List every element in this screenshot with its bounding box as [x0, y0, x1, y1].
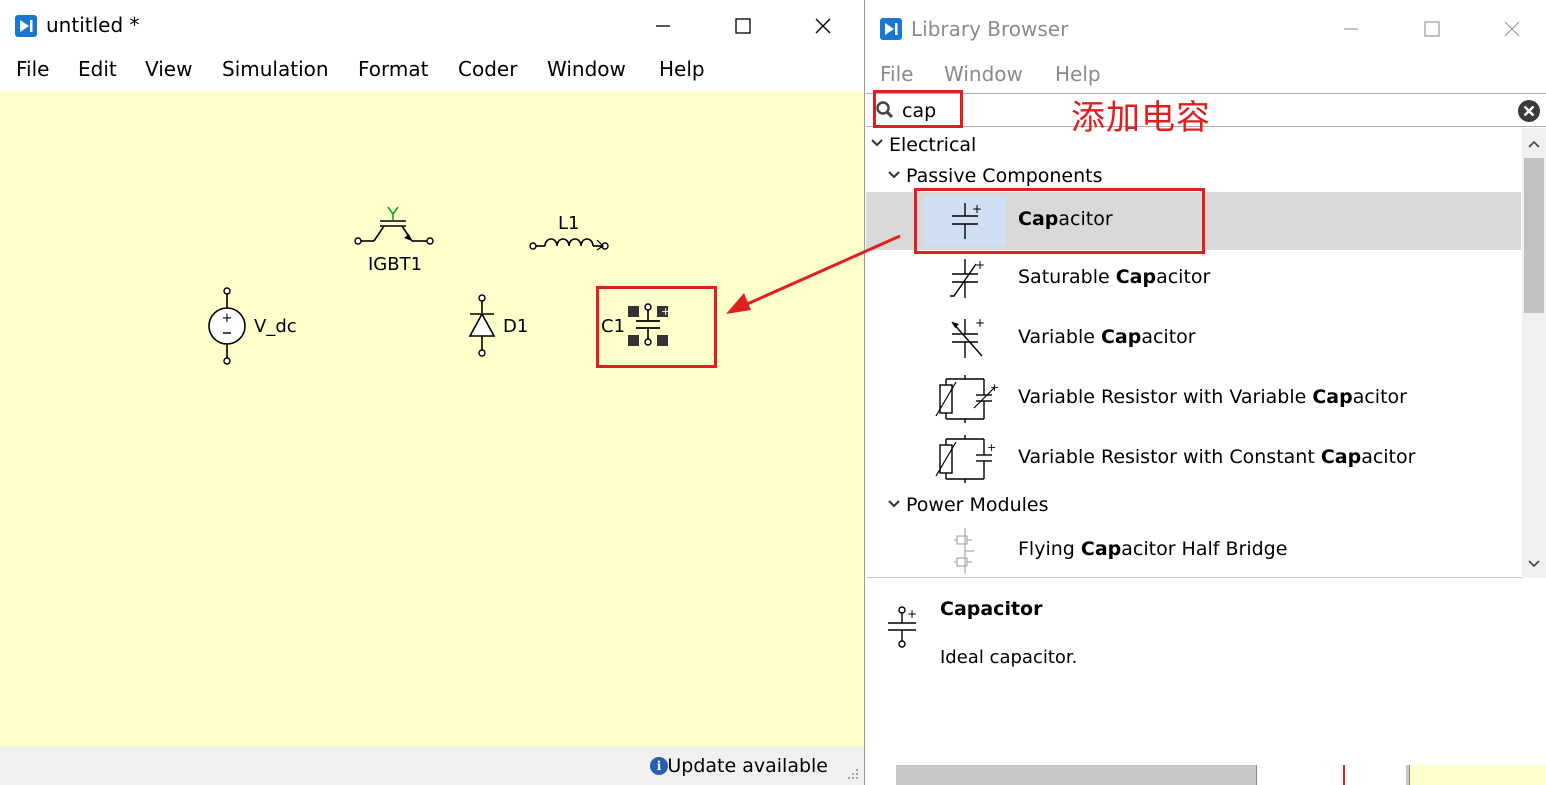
update-available-link[interactable]: Update available: [667, 755, 828, 777]
minimize-button[interactable]: [640, 8, 686, 44]
menu-edit[interactable]: Edit: [78, 57, 117, 81]
tree-item-saturable-capacitor[interactable]: + Saturable Capacitor: [866, 250, 1521, 308]
resize-grip-icon[interactable]: [846, 767, 860, 781]
tree-item-flying-capacitor-half-bridge[interactable]: Flying Capacitor Half Bridge: [866, 522, 1521, 577]
library-title: Library Browser: [911, 17, 1069, 41]
tree-item-var-resistor-var-capacitor[interactable]: + Variable Resistor with Variable Capaci…: [866, 370, 1521, 428]
maximize-button[interactable]: [720, 8, 766, 44]
library-menu-window[interactable]: Window: [944, 62, 1023, 86]
tree-item-label: Variable Capacitor: [1018, 326, 1196, 348]
chevron-down-icon[interactable]: [887, 168, 901, 186]
tree-item-variable-capacitor[interactable]: + Variable Capacitor: [866, 310, 1521, 368]
diode-icon[interactable]: [466, 293, 498, 359]
igbt-icon[interactable]: [352, 203, 436, 251]
editor-titlebar[interactable]: untitled *: [0, 0, 864, 52]
chevron-down-icon[interactable]: [887, 497, 901, 515]
inductor-label: L1: [558, 213, 580, 234]
saturable-capacitor-icon: +: [924, 254, 1006, 304]
editor-title: untitled *: [46, 13, 140, 37]
info-icon: i: [650, 757, 668, 775]
tree-item-label: Saturable Capacitor: [1018, 266, 1211, 288]
svg-text:+: +: [907, 607, 917, 621]
library-tree-scrollbar[interactable]: [1522, 128, 1546, 578]
model-editor-window: untitled * File Edit View Simulation For…: [0, 0, 865, 785]
svg-text:+: +: [975, 316, 985, 330]
plecs-app-icon: [880, 18, 902, 40]
add-capacitor-annotation: 添加电容: [1071, 98, 1211, 138]
details-description: Ideal capacitor.: [940, 647, 1078, 668]
library-minimize-button[interactable]: [1328, 11, 1374, 47]
variable-rc-icon: +: [924, 374, 1006, 424]
variable-resistor-capacitor-icon: +: [924, 434, 1006, 484]
menu-simulation[interactable]: Simulation: [222, 57, 329, 81]
editor-menubar: File Edit View Simulation Format Coder W…: [0, 57, 864, 93]
voltage-source-icon[interactable]: +: [205, 286, 249, 368]
library-maximize-button[interactable]: [1408, 11, 1454, 47]
menu-view[interactable]: View: [145, 57, 192, 81]
igbt-label: IGBT1: [368, 254, 423, 275]
tree-item-label: Flying Capacitor Half Bridge: [1018, 538, 1288, 560]
details-title: Capacitor: [940, 598, 1043, 620]
scrollbar-thumb[interactable]: [1524, 158, 1544, 313]
svg-text:+: +: [987, 441, 996, 454]
tree-item-var-resistor-const-capacitor[interactable]: + Variable Resistor with Constant Capaci…: [866, 430, 1521, 488]
scroll-down-icon[interactable]: [1527, 558, 1541, 572]
close-button[interactable]: [800, 8, 846, 44]
menu-format[interactable]: Format: [358, 57, 428, 81]
tree-node-passive-components[interactable]: Passive Components: [906, 165, 1103, 187]
menu-coder[interactable]: Coder: [458, 57, 517, 81]
inductor-icon[interactable]: [527, 234, 611, 256]
editor-statusbar: i Update available: [0, 747, 864, 785]
tree-item-label: Variable Resistor with Constant Capacito…: [1018, 446, 1416, 468]
library-item-highlight-box: [914, 188, 1205, 254]
chevron-down-icon[interactable]: [870, 136, 884, 154]
capacitor-highlight-box: [596, 286, 717, 368]
svg-text:+: +: [975, 258, 985, 272]
background-window-strip: [866, 765, 1546, 785]
library-titlebar[interactable]: Library Browser: [866, 0, 1546, 52]
library-tree: Electrical Passive Components + Capacito…: [866, 128, 1546, 578]
menu-help[interactable]: Help: [659, 57, 705, 81]
menu-window[interactable]: Window: [547, 57, 626, 81]
voltage-source-label: V_dc: [254, 316, 297, 337]
menu-file[interactable]: File: [16, 57, 49, 81]
library-close-button[interactable]: [1489, 11, 1535, 47]
half-bridge-icon: [924, 526, 1006, 576]
svg-text:+: +: [990, 381, 999, 394]
component-details-panel: + Capacitor Ideal capacitor.: [866, 590, 1546, 750]
library-menu-help[interactable]: Help: [1055, 62, 1101, 86]
library-menu-file[interactable]: File: [880, 62, 913, 86]
capacitor-icon: +: [888, 606, 917, 648]
variable-capacitor-icon: +: [924, 314, 1006, 364]
tree-node-electrical[interactable]: Electrical: [889, 134, 976, 156]
svg-text:+: +: [222, 311, 233, 326]
plecs-app-icon: [15, 15, 37, 37]
diode-label: D1: [503, 316, 529, 337]
tree-node-power-modules[interactable]: Power Modules: [906, 494, 1048, 516]
clear-search-icon[interactable]: [1516, 98, 1542, 124]
scroll-up-icon[interactable]: [1527, 138, 1541, 152]
schematic-canvas[interactable]: IGBT1 L1 + V_dc D1 C1 +: [0, 91, 864, 747]
tree-item-label: Variable Resistor with Variable Capacito…: [1018, 386, 1407, 408]
search-highlight-box: [873, 90, 963, 128]
